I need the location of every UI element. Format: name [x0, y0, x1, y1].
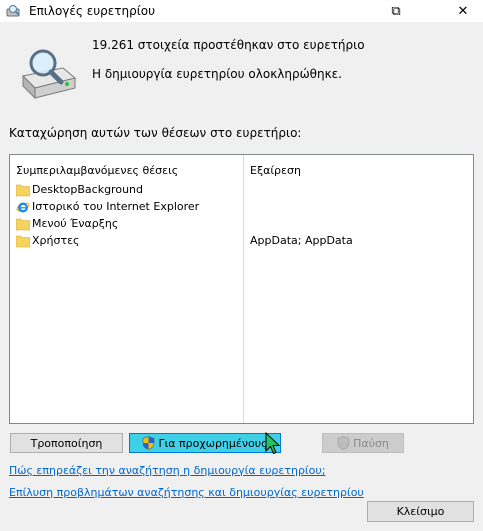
advanced-button[interactable]: Για προχωρημένους	[129, 433, 281, 453]
location-name: DesktopBackground	[32, 183, 143, 196]
indexed-locations-list[interactable]: Συμπεριλαμβανόμενες θέσεις Εξαίρεση Desk…	[9, 154, 474, 424]
location-name: Ιστορικό του Internet Explorer	[32, 200, 200, 213]
indexing-status-message: Η δημιουργία ευρετηρίου ολοκληρώθηκε.	[92, 67, 342, 81]
search-drive-icon	[21, 49, 77, 100]
column-header-excluded[interactable]: Εξαίρεση	[250, 164, 301, 177]
close-button[interactable]: Κλείσιμο	[367, 501, 474, 522]
uac-shield-icon	[143, 436, 155, 450]
close-window-button[interactable]: ✕	[443, 0, 483, 22]
indexing-options-icon	[6, 5, 20, 17]
pause-button-label: Παύση	[353, 436, 389, 450]
location-exclusions: AppData; AppData	[250, 234, 353, 247]
items-added-count: 19.261 στοιχεία προστέθηκαν στο ευρετήρι…	[92, 38, 365, 52]
advanced-button-label: Για προχωρημένους	[158, 436, 268, 450]
list-item[interactable]: Μενού Έναρξης	[16, 216, 456, 233]
folder-icon	[16, 218, 30, 231]
pause-button[interactable]: Παύση	[322, 433, 404, 453]
folder-icon	[16, 235, 30, 248]
column-header-included[interactable]: Συμπεριλαμβανόμενες θέσεις	[16, 164, 178, 177]
troubleshoot-link[interactable]: Επίλυση προβλημάτων αναζήτησης και δημιο…	[9, 486, 364, 499]
list-item[interactable]: Ιστορικό του Internet Explorer	[16, 199, 456, 216]
modify-button[interactable]: Τροποποίηση	[10, 433, 123, 453]
location-name: Μενού Έναρξης	[32, 217, 119, 230]
title-bar: Επιλογές ευρετηρίου ⧉ ✕	[0, 0, 483, 22]
internet-explorer-icon	[16, 202, 30, 213]
uac-shield-icon	[337, 436, 350, 450]
location-name: Χρήστες	[32, 234, 80, 247]
list-item[interactable]: DesktopBackground	[16, 182, 456, 199]
folder-icon	[16, 184, 30, 197]
close-button-label: Κλείσιμο	[396, 505, 445, 518]
indexing-help-link[interactable]: Πώς επηρεάζει την αναζήτηση η δημιουργία…	[9, 464, 325, 477]
mouse-cursor-icon	[265, 432, 281, 455]
locations-label: Καταχώρηση αυτών των θέσεων στο ευρετήρι…	[9, 126, 302, 140]
window-title: Επιλογές ευρετηρίου	[29, 4, 156, 18]
modify-button-label: Τροποποίηση	[30, 436, 103, 450]
list-item[interactable]: Χρήστες AppData; AppData	[16, 233, 456, 250]
restore-button[interactable]: ⧉	[376, 0, 416, 22]
